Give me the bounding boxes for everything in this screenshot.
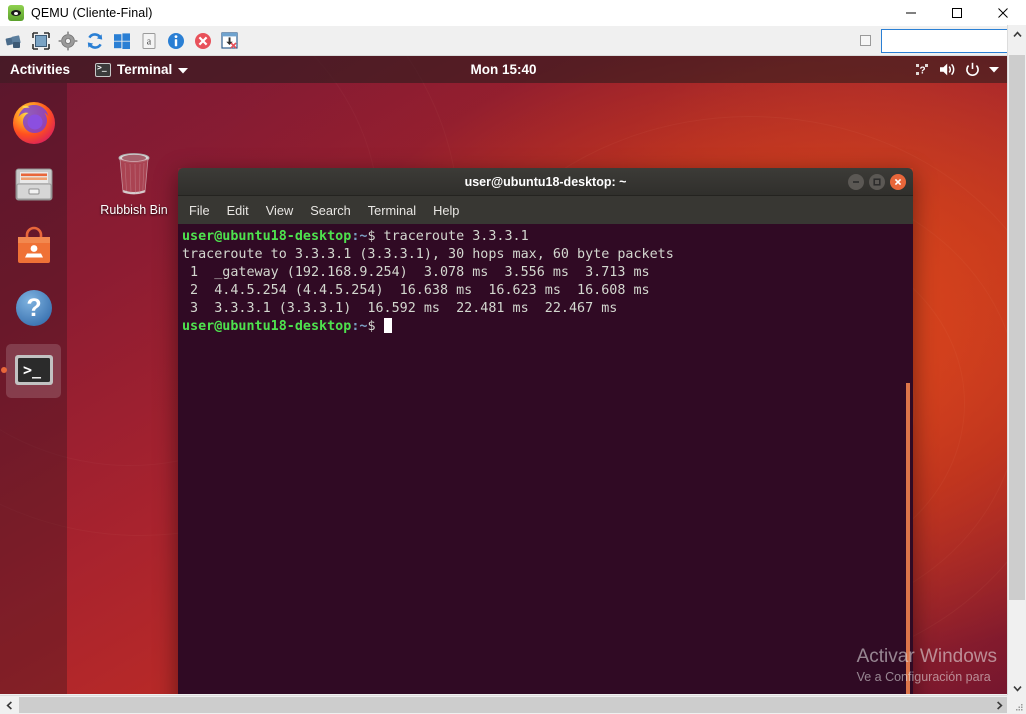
trash-bin-icon	[110, 148, 158, 200]
input-method-icon[interactable]: ?	[915, 62, 930, 77]
terminal-minimize-button[interactable]	[848, 174, 864, 190]
system-menu-arrow-icon[interactable]	[989, 66, 999, 73]
menu-search[interactable]: Search	[310, 203, 351, 218]
terminal-prompt-user: user@ubuntu18-desktop	[182, 319, 351, 334]
refresh-icon[interactable]	[81, 27, 108, 55]
terminal-line: user@ubuntu18-desktop:~$	[182, 318, 913, 336]
desktop-icon-rubbish-bin[interactable]: Rubbish Bin	[95, 148, 173, 230]
svg-text:a: a	[146, 36, 151, 47]
files-icon	[10, 160, 58, 208]
vertical-scroll-thumb[interactable]	[1009, 55, 1025, 600]
menu-terminal[interactable]: Terminal	[368, 203, 416, 218]
terminal-prompt-symbol: $	[367, 229, 375, 244]
terminal-maximize-button[interactable]	[869, 174, 885, 190]
ubuntu-dock: ? >_	[0, 83, 67, 694]
app-menu-label: Terminal	[117, 62, 172, 77]
chevron-right-icon[interactable]	[990, 696, 1008, 714]
info-icon[interactable]	[162, 27, 189, 55]
horizontal-scroll-thumb[interactable]	[19, 697, 1007, 713]
resize-grip-icon	[1016, 704, 1024, 712]
host-toolbar: a	[0, 26, 1026, 56]
document-icon[interactable]: a	[135, 27, 162, 55]
activities-button[interactable]: Activities	[0, 56, 79, 83]
host-horizontal-scrollbar[interactable]	[0, 695, 1026, 714]
pause-icon[interactable]	[0, 27, 27, 55]
host-minimize-button[interactable]	[888, 0, 934, 26]
terminal-command: traceroute 3.3.3.1	[376, 229, 529, 244]
terminal-close-button[interactable]	[890, 174, 906, 190]
ubuntu-software-icon	[10, 222, 58, 270]
terminal-prompt-user: user@ubuntu18-desktop	[182, 229, 351, 244]
dock-item-files[interactable]	[0, 153, 67, 215]
window-resize-edge-highlight	[906, 383, 910, 694]
host-vertical-scrollbar[interactable]	[1007, 25, 1026, 714]
dock-item-terminal[interactable]: >_	[0, 339, 67, 401]
terminal-text: user@ubuntu18-desktop:~$ traceroute 3.3.…	[180, 228, 913, 336]
host-window-title: QEMU (Cliente-Final)	[31, 6, 152, 20]
terminal-line: 1 _gateway (192.168.9.254) 3.078 ms 3.55…	[182, 264, 913, 282]
qemu-icon	[8, 5, 24, 21]
terminal-output: 2 4.4.5.254 (4.4.5.254) 16.638 ms 16.623…	[182, 283, 650, 298]
terminal-icon: >_	[10, 346, 58, 394]
toolbar-checkbox[interactable]	[860, 35, 871, 46]
gnome-terminal-window[interactable]: user@ubuntu18-desktop: ~ File Edit Vie	[178, 168, 913, 694]
menu-edit[interactable]: Edit	[227, 203, 249, 218]
dock-item-ubuntu-software[interactable]	[0, 215, 67, 277]
volume-icon[interactable]	[939, 62, 956, 77]
chevron-up-icon[interactable]	[1008, 25, 1026, 43]
terminal-output: 1 _gateway (192.168.9.254) 3.078 ms 3.55…	[182, 265, 650, 280]
app-menu-button[interactable]: Terminal	[87, 56, 196, 83]
terminal-icon	[95, 63, 111, 77]
menu-view[interactable]: View	[266, 203, 294, 218]
menu-file[interactable]: File	[189, 203, 210, 218]
terminal-window-buttons	[848, 168, 906, 196]
panel-status-tray[interactable]: ?	[915, 56, 1003, 83]
host-close-button[interactable]	[980, 0, 1026, 26]
terminal-prompt-symbol: $	[367, 319, 375, 334]
windows-icon[interactable]	[108, 27, 135, 55]
host-titlebar: QEMU (Cliente-Final)	[0, 0, 1026, 26]
terminal-output: 3 3.3.3.1 (3.3.3.1) 16.592 ms 22.481 ms …	[182, 301, 617, 316]
power-icon[interactable]	[965, 62, 980, 77]
save-screenshot-icon[interactable]	[216, 27, 243, 55]
terminal-line: traceroute to 3.3.3.1 (3.3.3.1), 30 hops…	[182, 246, 913, 264]
terminal-menubar: File Edit View Search Terminal Help	[178, 196, 913, 224]
guest-screen[interactable]: Activities Terminal Mon 15:40 ?	[0, 56, 1007, 694]
terminal-line: user@ubuntu18-desktop:~$ traceroute 3.3.…	[182, 228, 913, 246]
settings-gear-icon[interactable]	[54, 27, 81, 55]
dock-item-help[interactable]: ?	[0, 277, 67, 339]
fullscreen-icon[interactable]	[27, 27, 54, 55]
svg-text:?: ?	[26, 294, 41, 322]
terminal-output-area[interactable]: user@ubuntu18-desktop:~$ traceroute 3.3.…	[178, 224, 913, 694]
terminal-prompt-path: :~	[351, 229, 367, 244]
toolbar-text-input[interactable]	[881, 29, 1013, 53]
chevron-left-icon[interactable]	[0, 696, 18, 714]
gnome-top-panel: Activities Terminal Mon 15:40 ?	[0, 56, 1007, 83]
svg-text:?: ?	[919, 66, 925, 77]
menu-help[interactable]: Help	[433, 203, 459, 218]
terminal-line: 2 4.4.5.254 (4.4.5.254) 16.638 ms 16.623…	[182, 282, 913, 300]
firefox-icon	[10, 98, 58, 146]
desktop-icon-label: Rubbish Bin	[100, 203, 167, 217]
host-maximize-button[interactable]	[934, 0, 980, 26]
dock-item-firefox[interactable]	[0, 91, 67, 153]
help-icon: ?	[10, 284, 58, 332]
chevron-down-icon	[178, 62, 188, 77]
terminal-output: traceroute to 3.3.3.1 (3.3.3.1), 30 hops…	[182, 247, 674, 262]
qemu-host-window: QEMU (Cliente-Final)	[0, 0, 1026, 714]
svg-text:>_: >_	[23, 361, 42, 379]
terminal-cursor	[384, 318, 392, 333]
stop-icon[interactable]	[189, 27, 216, 55]
terminal-prompt-path: :~	[351, 319, 367, 334]
terminal-line: 3 3.3.3.1 (3.3.3.1) 16.592 ms 22.481 ms …	[182, 300, 913, 318]
terminal-window-title: user@ubuntu18-desktop: ~	[178, 175, 913, 189]
terminal-command	[376, 319, 384, 334]
terminal-titlebar[interactable]: user@ubuntu18-desktop: ~	[178, 168, 913, 196]
scrollbar-corner-grip	[1007, 695, 1026, 714]
